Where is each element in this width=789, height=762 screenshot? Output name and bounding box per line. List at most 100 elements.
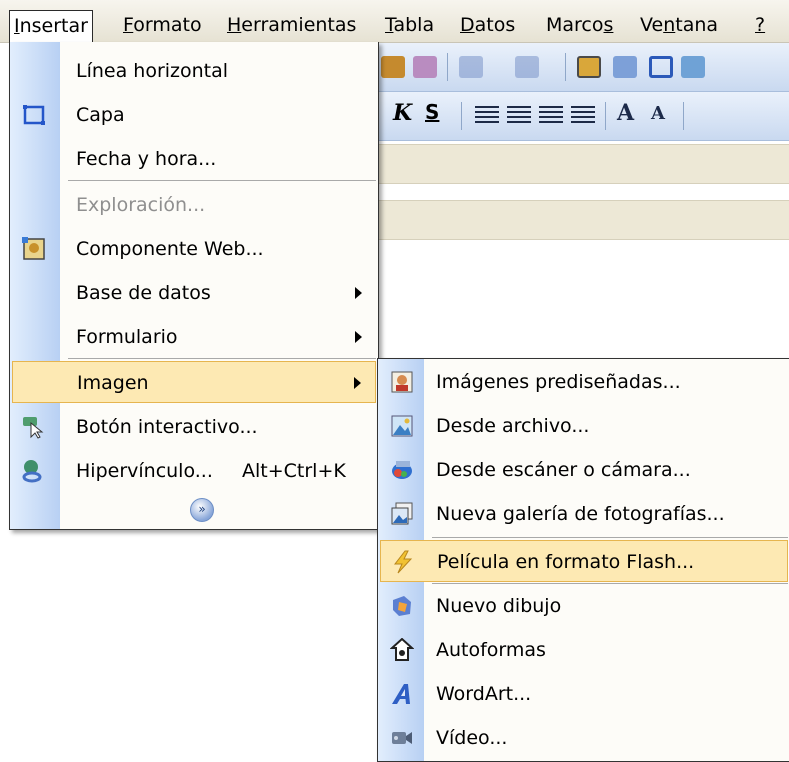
task-pane-band (377, 144, 789, 184)
menu-separator (68, 358, 376, 359)
task-pane-band (377, 200, 789, 240)
menu-item-label: Exploración... (76, 194, 206, 216)
menu-item-label: WordArt... (436, 683, 532, 705)
submenu-item-nuevo-dibujo[interactable]: Nuevo dibujo (378, 585, 789, 627)
submenu-item-imagenes-predisenadas[interactable]: Imágenes prediseñadas... (378, 361, 789, 403)
align-left-icon[interactable] (475, 106, 499, 126)
menu-item-linea-horizontal[interactable]: Línea horizontal (10, 50, 378, 92)
menu-item-label: Vídeo... (436, 727, 508, 749)
submenu-item-nueva-galeria[interactable]: Nueva galería de fotografías... (378, 493, 789, 535)
submenu-item-desde-escaner[interactable]: Desde escáner o cámara... (378, 449, 789, 491)
menu-label-rest: atos (474, 14, 516, 36)
web-component-icon (22, 237, 45, 260)
toolbar-separator (683, 102, 684, 130)
decrease-font-icon[interactable]: A (651, 103, 675, 125)
menu-item-label: Película en formato Flash... (437, 551, 695, 573)
expand-chevrons-icon[interactable]: » (190, 498, 214, 522)
web-component-icon[interactable] (577, 56, 601, 78)
menu-item-base-de-datos[interactable]: Base de datos (10, 272, 378, 314)
new-drawing-icon (393, 596, 411, 616)
image-submenu: Imágenes prediseñadas... Desde archivo..… (377, 358, 789, 762)
menu-tabla[interactable]: Tabla (385, 12, 434, 38)
scanner-camera-icon (392, 461, 412, 479)
menu-item-fecha-hora[interactable]: Fecha y hora... (10, 138, 378, 180)
menu-separator (432, 537, 788, 538)
menu-label-rest: nsertar (19, 15, 88, 37)
justify-icon[interactable] (571, 106, 595, 126)
menu-separator (68, 180, 376, 181)
menu-mnemonic: s (603, 14, 614, 36)
submenu-arrow-icon (355, 287, 362, 299)
menu-item-label: Imagen (77, 372, 149, 394)
toolbar-separator (565, 53, 566, 81)
toolbar-separator (605, 102, 606, 130)
menu-label-rest: Ve (640, 14, 664, 36)
clipart-icon (391, 371, 413, 393)
undo-icon[interactable] (459, 56, 483, 78)
layer-icon[interactable] (649, 56, 673, 78)
wordart-icon (392, 684, 410, 704)
menu-item-imagen[interactable]: Imagen (12, 361, 376, 403)
menu-item-boton-interactivo[interactable]: Botón interactivo... (10, 406, 378, 448)
align-right-icon[interactable] (539, 106, 563, 126)
autoshapes-icon (390, 638, 414, 661)
menu-item-label: Componente Web... (76, 238, 264, 260)
menu-mnemonic: ? (755, 14, 766, 36)
toolbar-separator (461, 102, 462, 130)
menu-item-hipervinculo[interactable]: Hipervínculo... Alt+Ctrl+K (10, 450, 378, 492)
menu-item-label: Botón interactivo... (76, 416, 258, 438)
menu-item-shortcut: Alt+Ctrl+K (242, 460, 346, 482)
menu-item-formulario[interactable]: Formulario (10, 316, 378, 358)
menu-herramientas[interactable]: Herramientas (227, 12, 356, 38)
video-icon (392, 732, 412, 744)
insert-picture-icon[interactable] (681, 56, 705, 78)
menu-label-rest: erramientas (241, 14, 357, 36)
submenu-item-desde-archivo[interactable]: Desde archivo... (378, 405, 789, 447)
menu-label-rest: abla (393, 14, 435, 36)
menu-datos[interactable]: Datos (460, 12, 515, 38)
redo-icon[interactable] (515, 56, 539, 78)
menu-item-label: Formulario (76, 326, 178, 348)
menu-ventana[interactable]: Ventana (640, 12, 718, 38)
menu-label-rest: tana (675, 14, 719, 36)
menu-item-label: Capa (76, 104, 125, 126)
menu-item-exploracion: Exploración... (10, 184, 378, 226)
underline-button[interactable]: S (425, 100, 439, 124)
menu-item-label: Autoformas (436, 639, 546, 661)
menu-mnemonic: D (460, 14, 475, 36)
layer-icon (23, 105, 45, 125)
submenu-item-video[interactable]: Vídeo... (378, 717, 789, 759)
photo-gallery-icon (391, 502, 413, 525)
picture-file-icon (391, 415, 413, 437)
submenu-item-pelicula-flash[interactable]: Película en formato Flash... (380, 540, 788, 582)
menu-insertar[interactable]: Insertar (9, 10, 93, 43)
interactive-button-icon (23, 417, 44, 439)
flash-icon (393, 550, 413, 574)
menu-item-label: Desde escáner o cámara... (436, 459, 691, 481)
italic-button[interactable]: K (393, 100, 412, 126)
menu-item-label: Línea horizontal (76, 60, 229, 82)
menu-item-label: Hipervínculo... (76, 460, 213, 482)
hyperlink-icon (22, 460, 42, 483)
menu-item-label: Nueva galería de fotografías... (436, 503, 725, 525)
insert-table-icon[interactable] (613, 56, 637, 78)
menu-item-capa[interactable]: Capa (10, 94, 378, 136)
insert-menu: Línea horizontal Capa Fecha y hora... Ex… (9, 42, 379, 530)
submenu-arrow-icon (355, 331, 362, 343)
submenu-item-autoformas[interactable]: Autoformas (378, 629, 789, 671)
menu-mnemonic: F (123, 14, 134, 36)
menu-item-componente-web[interactable]: Componente Web... (10, 228, 378, 270)
menu-item-label: Imágenes prediseñadas... (436, 371, 681, 393)
format-painter-icon[interactable] (413, 56, 437, 78)
menu-item-label: Fecha y hora... (76, 148, 217, 170)
paste-icon[interactable] (381, 56, 405, 78)
menu-help[interactable]: ? (755, 12, 765, 38)
align-center-icon[interactable] (507, 106, 531, 126)
menu-mnemonic: H (227, 14, 242, 36)
increase-font-icon[interactable]: A (617, 100, 641, 126)
menu-label-rest: ormato (133, 14, 202, 36)
menu-formato[interactable]: Formato (123, 12, 202, 38)
menu-marcos[interactable]: Marcos (546, 12, 613, 38)
submenu-item-wordart[interactable]: WordArt... (378, 673, 789, 715)
formatting-toolbar: K S A A (377, 92, 789, 141)
